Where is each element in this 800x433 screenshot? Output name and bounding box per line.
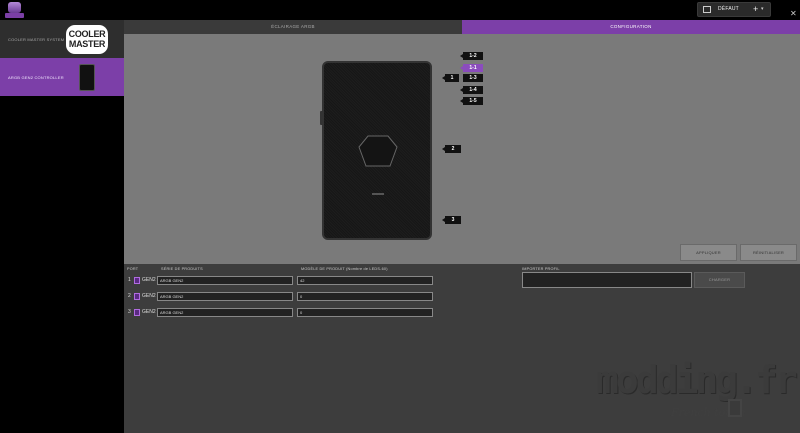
- product-series-select[interactable]: ARGB GEN2: [157, 292, 293, 301]
- column-header-port: PORT: [127, 267, 139, 271]
- sidebar-item-argb-controller[interactable]: ARGB GEN2 CONTROLLER: [0, 58, 124, 96]
- apply-button[interactable]: APPLIQUER: [680, 244, 737, 261]
- profile-window-icon: [703, 6, 711, 13]
- product-model-input[interactable]: 0: [297, 308, 433, 317]
- product-series-select[interactable]: ARGB GEN2: [157, 308, 293, 317]
- sidebar-item-label: COOLER MASTER SYSTEM: [8, 37, 65, 42]
- profile-name: DÉFAUT: [718, 6, 739, 12]
- table-row: 2 GEN2 ARGB GEN2 0: [124, 292, 444, 302]
- gen-label: GEN2: [142, 309, 156, 315]
- table-row: 3 GEN2 ARGB GEN2 0: [124, 308, 444, 318]
- argb-controller-image: [320, 61, 432, 240]
- gen2-checkbox[interactable]: [134, 293, 140, 300]
- port-tag-1-4[interactable]: 1-4: [463, 86, 483, 94]
- sidebar-item-label: ARGB GEN2 CONTROLLER: [8, 75, 64, 80]
- port-tag-1[interactable]: 1: [445, 74, 459, 82]
- port-tag-3[interactable]: 3: [445, 216, 461, 224]
- cooler-master-hex-logo-icon: [358, 135, 398, 167]
- port-tag-2[interactable]: 2: [445, 145, 461, 153]
- cooler-master-logo: COOLER MASTER: [66, 25, 108, 54]
- watermark-badge-icon: [728, 399, 742, 417]
- load-profile-button[interactable]: CHARGER: [694, 272, 745, 288]
- sidebar: COOLER MASTER SYSTEM COOLER MASTER ARGB …: [0, 20, 124, 433]
- sidebar-item-system[interactable]: COOLER MASTER SYSTEM COOLER MASTER: [0, 20, 124, 58]
- column-header-series: SÉRIE DE PRODUITS: [161, 267, 203, 271]
- table-row: 1 GEN2 ARGB GEN2 42: [124, 276, 444, 286]
- port-tag-1-3[interactable]: 1-3: [463, 74, 483, 82]
- product-model-input[interactable]: 0: [297, 292, 433, 301]
- watermark-text: modding.fr: [596, 358, 798, 402]
- masterplus-logo-icon: [5, 2, 24, 18]
- watermark: modding.fr French touch: [596, 358, 798, 428]
- close-icon[interactable]: ✕: [790, 10, 797, 18]
- title-bar: DÉFAUT + ▾ ✕: [0, 0, 800, 20]
- port-tag-1-1[interactable]: 1-1: [463, 64, 483, 72]
- configuration-panel: 1-2 1-1 1 1-3 1-4 1-5 2 3 APPLIQUER RÉIN…: [124, 34, 800, 264]
- tab-configuration[interactable]: CONFIGURATION: [462, 20, 800, 34]
- tab-bar: ÉCLAIRAGE ARGB CONFIGURATION: [124, 20, 800, 34]
- import-profile-field[interactable]: [522, 272, 692, 288]
- gen-label: GEN2: [142, 293, 156, 299]
- gen2-checkbox[interactable]: [134, 277, 140, 284]
- argb-controller-thumbnail: [79, 64, 95, 91]
- port-number: 2: [128, 293, 131, 299]
- controller-clip: [320, 111, 323, 125]
- product-series-select[interactable]: ARGB GEN2: [157, 276, 293, 285]
- gen2-checkbox[interactable]: [134, 309, 140, 316]
- product-model-input[interactable]: 42: [297, 276, 433, 285]
- port-number: 3: [128, 309, 131, 315]
- tab-argb-lighting[interactable]: ÉCLAIRAGE ARGB: [124, 20, 462, 34]
- reset-button[interactable]: RÉINITIALISER: [740, 244, 797, 261]
- controller-brand-mark: [372, 193, 384, 195]
- import-profile-label: IMPORTER PROFIL: [522, 267, 560, 271]
- chevron-down-icon[interactable]: ▾: [761, 3, 764, 16]
- gen-label: GEN2: [142, 277, 156, 283]
- profile-selector[interactable]: DÉFAUT + ▾: [697, 2, 771, 17]
- add-profile-button[interactable]: +: [753, 3, 758, 16]
- port-tag-1-5[interactable]: 1-5: [463, 97, 483, 105]
- port-tag-1-2[interactable]: 1-2: [463, 52, 483, 60]
- port-number: 1: [128, 277, 131, 283]
- column-header-model: MODÈLE DE PRODUIT (Nombre de LEDS-60): [301, 267, 388, 271]
